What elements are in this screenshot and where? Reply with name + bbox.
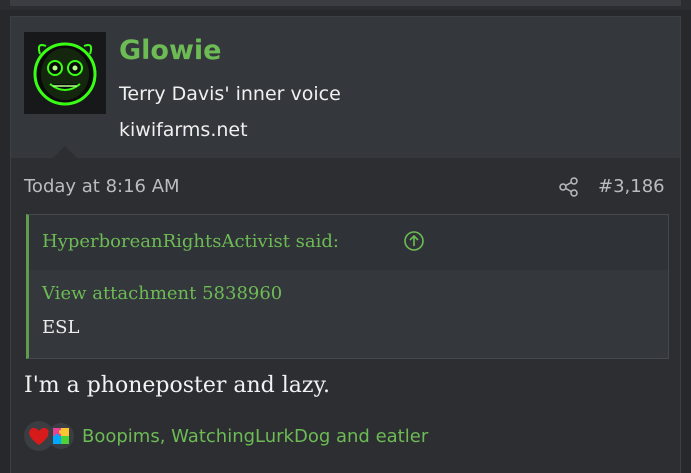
previous-post-footer [10,0,681,6]
reactions-bar[interactable]: Boopims, WatchingLurkDog and eatler [24,421,428,451]
reaction-icons[interactable] [24,421,80,451]
quote-block: HyperboreanRightsActivist said: View att… [26,214,669,359]
avatar[interactable] [24,32,106,114]
quote-text: ESL [42,317,80,338]
user-title: Terry Davis' inner voice [119,83,341,105]
puzzle-icon[interactable] [48,423,74,449]
forum-post: Glowie Terry Davis' inner voice kiwifarm… [10,16,681,473]
quote-header: HyperboreanRightsActivist said: [29,215,668,270]
username[interactable]: Glowie [119,35,221,66]
post-body: I'm a phoneposter and lazy. [24,373,330,398]
arrow-up-circle-icon[interactable] [403,230,425,252]
attachment-link[interactable]: View attachment 5838960 [42,283,282,304]
user-banner: kiwifarms.net [119,119,248,141]
user-block-arrow [53,146,77,158]
quote-author-link[interactable]: HyperboreanRightsActivist said: [42,231,339,252]
share-icon[interactable] [558,176,580,198]
post-timestamp[interactable]: Today at 8:16 AM [24,176,180,197]
post-number-link[interactable]: #3,186 [598,176,665,197]
avatar-glowie-icon [24,32,106,114]
reaction-users-link[interactable]: Boopims, WatchingLurkDog and eatler [82,426,428,447]
previous-post-edge [0,0,691,10]
user-block: Glowie Terry Davis' inner voice kiwifarm… [11,17,680,158]
